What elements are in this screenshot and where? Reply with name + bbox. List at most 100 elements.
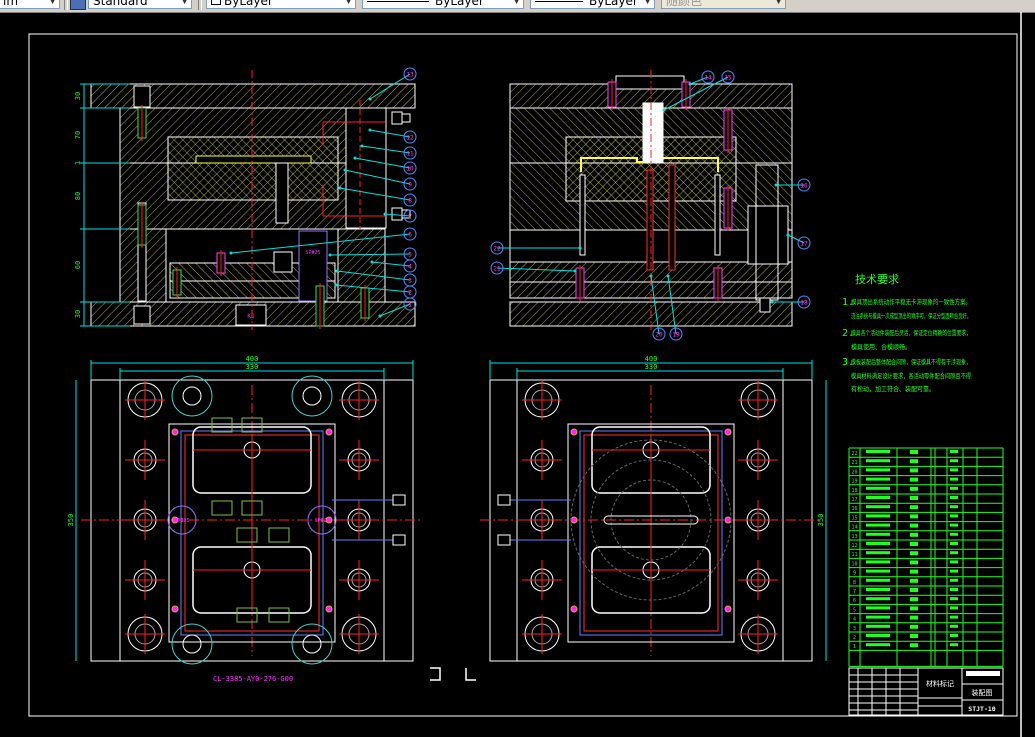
- water-fitting: [391, 207, 403, 221]
- slider-block: [211, 500, 233, 516]
- parts-row-number: 4: [853, 617, 856, 623]
- dowel-pin: [325, 605, 333, 613]
- parts-row-code: [866, 468, 890, 472]
- leader-dot: [328, 253, 332, 257]
- balloon-number: 12: [406, 135, 414, 142]
- parts-row-code: [866, 606, 890, 610]
- leader-dot: [666, 274, 670, 278]
- parts-row-number: 2: [853, 635, 856, 641]
- tech-item-line: 模具使用、合模顺畅。: [851, 342, 911, 351]
- toolbar-separator: [198, 0, 202, 10]
- leader-dot: [343, 168, 347, 172]
- parts-row-material: [910, 569, 918, 574]
- balloon-number: 9: [408, 182, 412, 189]
- support-pillar: [291, 623, 333, 665]
- puller-head: [273, 251, 293, 273]
- parts-row-material: [910, 606, 918, 611]
- dimension-text-inner-width: 330: [645, 363, 658, 371]
- support-pillar-inner: [302, 634, 322, 654]
- balloon-number: 10: [406, 166, 414, 173]
- ko-label: KO: [247, 313, 255, 320]
- water-fitting: [392, 494, 406, 506]
- parts-row-material: [910, 597, 918, 602]
- text-style-value: im: [3, 0, 19, 8]
- parts-row-spec: [950, 643, 958, 647]
- spring-label: SPΦ25: [174, 518, 189, 524]
- drawing-number: STJT-10: [968, 705, 995, 713]
- parts-row-code: [866, 578, 890, 582]
- parts-row-code: [866, 588, 890, 591]
- water-fitting: [392, 534, 406, 546]
- parts-row-code: [866, 560, 890, 564]
- balloon-number: 2: [408, 290, 412, 297]
- parts-row-number: 16: [851, 506, 857, 512]
- section-view-right: 14 15 16 17 18 19 20 21 22: [490, 70, 811, 341]
- parts-row-number: 18: [851, 488, 857, 494]
- guide-pin-bush: [345, 107, 387, 229]
- dimstyle-icon[interactable]: [70, 0, 86, 10]
- support-pillar-inner: [302, 386, 322, 406]
- guide-pin-assembly: [747, 205, 789, 265]
- linetype-combo[interactable]: ByLayer ▼: [362, 0, 524, 9]
- dowel-pin: [724, 428, 732, 436]
- dim-style-value: Standard: [93, 0, 148, 8]
- parts-row-material: [910, 624, 918, 629]
- product-part: [195, 155, 312, 164]
- dimension-text-width: 400: [645, 355, 658, 363]
- parts-row-material: [910, 532, 918, 537]
- dim-style-combo[interactable]: Standard ▼: [88, 0, 192, 9]
- chevron-down-icon: ▼: [644, 0, 651, 6]
- drawing-canvas[interactable]: KOSPΦ253070180603013121110987654321 14 15…: [0, 12, 1035, 737]
- dowel-pin: [570, 428, 578, 436]
- support-pillar-inner: [182, 634, 202, 654]
- balloon-number: 15: [724, 75, 732, 82]
- parts-row-spec: [950, 477, 958, 481]
- balloon-number: 22: [493, 246, 501, 253]
- sprue-puller: [275, 162, 289, 224]
- ejector-pin: [668, 164, 676, 271]
- parts-row-spec: [950, 459, 958, 463]
- parts-row-code: [866, 551, 890, 555]
- balloon-number: 6: [408, 232, 412, 239]
- parts-row-material: [910, 615, 918, 620]
- parts-row-number: 22: [851, 451, 857, 457]
- chevron-down-icon: ▼: [345, 0, 352, 6]
- support-pillar: [171, 375, 213, 417]
- dowel-pin: [724, 516, 732, 524]
- parts-row-material: [910, 643, 918, 648]
- dimension-text: 60: [74, 261, 82, 269]
- spring-label: SPΦ25: [305, 250, 320, 256]
- parts-row-spec: [950, 588, 958, 591]
- linetype-value: ByLayer: [435, 0, 484, 8]
- spring-label: SPΦ25: [314, 518, 329, 524]
- balloon-number: 16: [800, 183, 808, 190]
- leader-dot: [573, 269, 577, 273]
- balloon-number: 17: [800, 241, 808, 248]
- parts-row-number: 15: [851, 515, 857, 521]
- toolbar-separator: [64, 0, 68, 10]
- parts-row-code: [866, 624, 890, 628]
- company-name-bar: [966, 671, 1000, 676]
- parts-row-code: [866, 486, 890, 490]
- parts-row-code: [866, 514, 890, 518]
- stop-pin: [759, 297, 771, 313]
- lineweight-preview: [535, 1, 583, 2]
- layer-color-combo[interactable]: ByLayer ▼: [206, 0, 356, 9]
- text-style-combo[interactable]: im ▼: [0, 0, 60, 9]
- balloon-number: 7: [408, 214, 412, 221]
- parts-row-spec: [950, 551, 958, 555]
- lineweight-value: ByLayer: [589, 0, 638, 8]
- parts-row-spec: [950, 560, 958, 564]
- lineweight-combo[interactable]: ByLayer ▼: [530, 0, 655, 9]
- parts-row-number: 7: [853, 589, 856, 595]
- linetype-preview: [367, 1, 429, 2]
- drawing-type: 装配图: [972, 688, 993, 697]
- leader-dot: [688, 82, 692, 86]
- parts-row-code: [866, 542, 890, 545]
- title-block: 材料标记装配图 STJT-10: [848, 667, 1004, 716]
- drawing-name: 材料标记: [926, 679, 954, 688]
- parts-row-spec: [950, 634, 958, 637]
- parts-row-spec: [950, 505, 958, 509]
- leader-dot: [368, 128, 372, 132]
- leader-dot: [378, 314, 382, 318]
